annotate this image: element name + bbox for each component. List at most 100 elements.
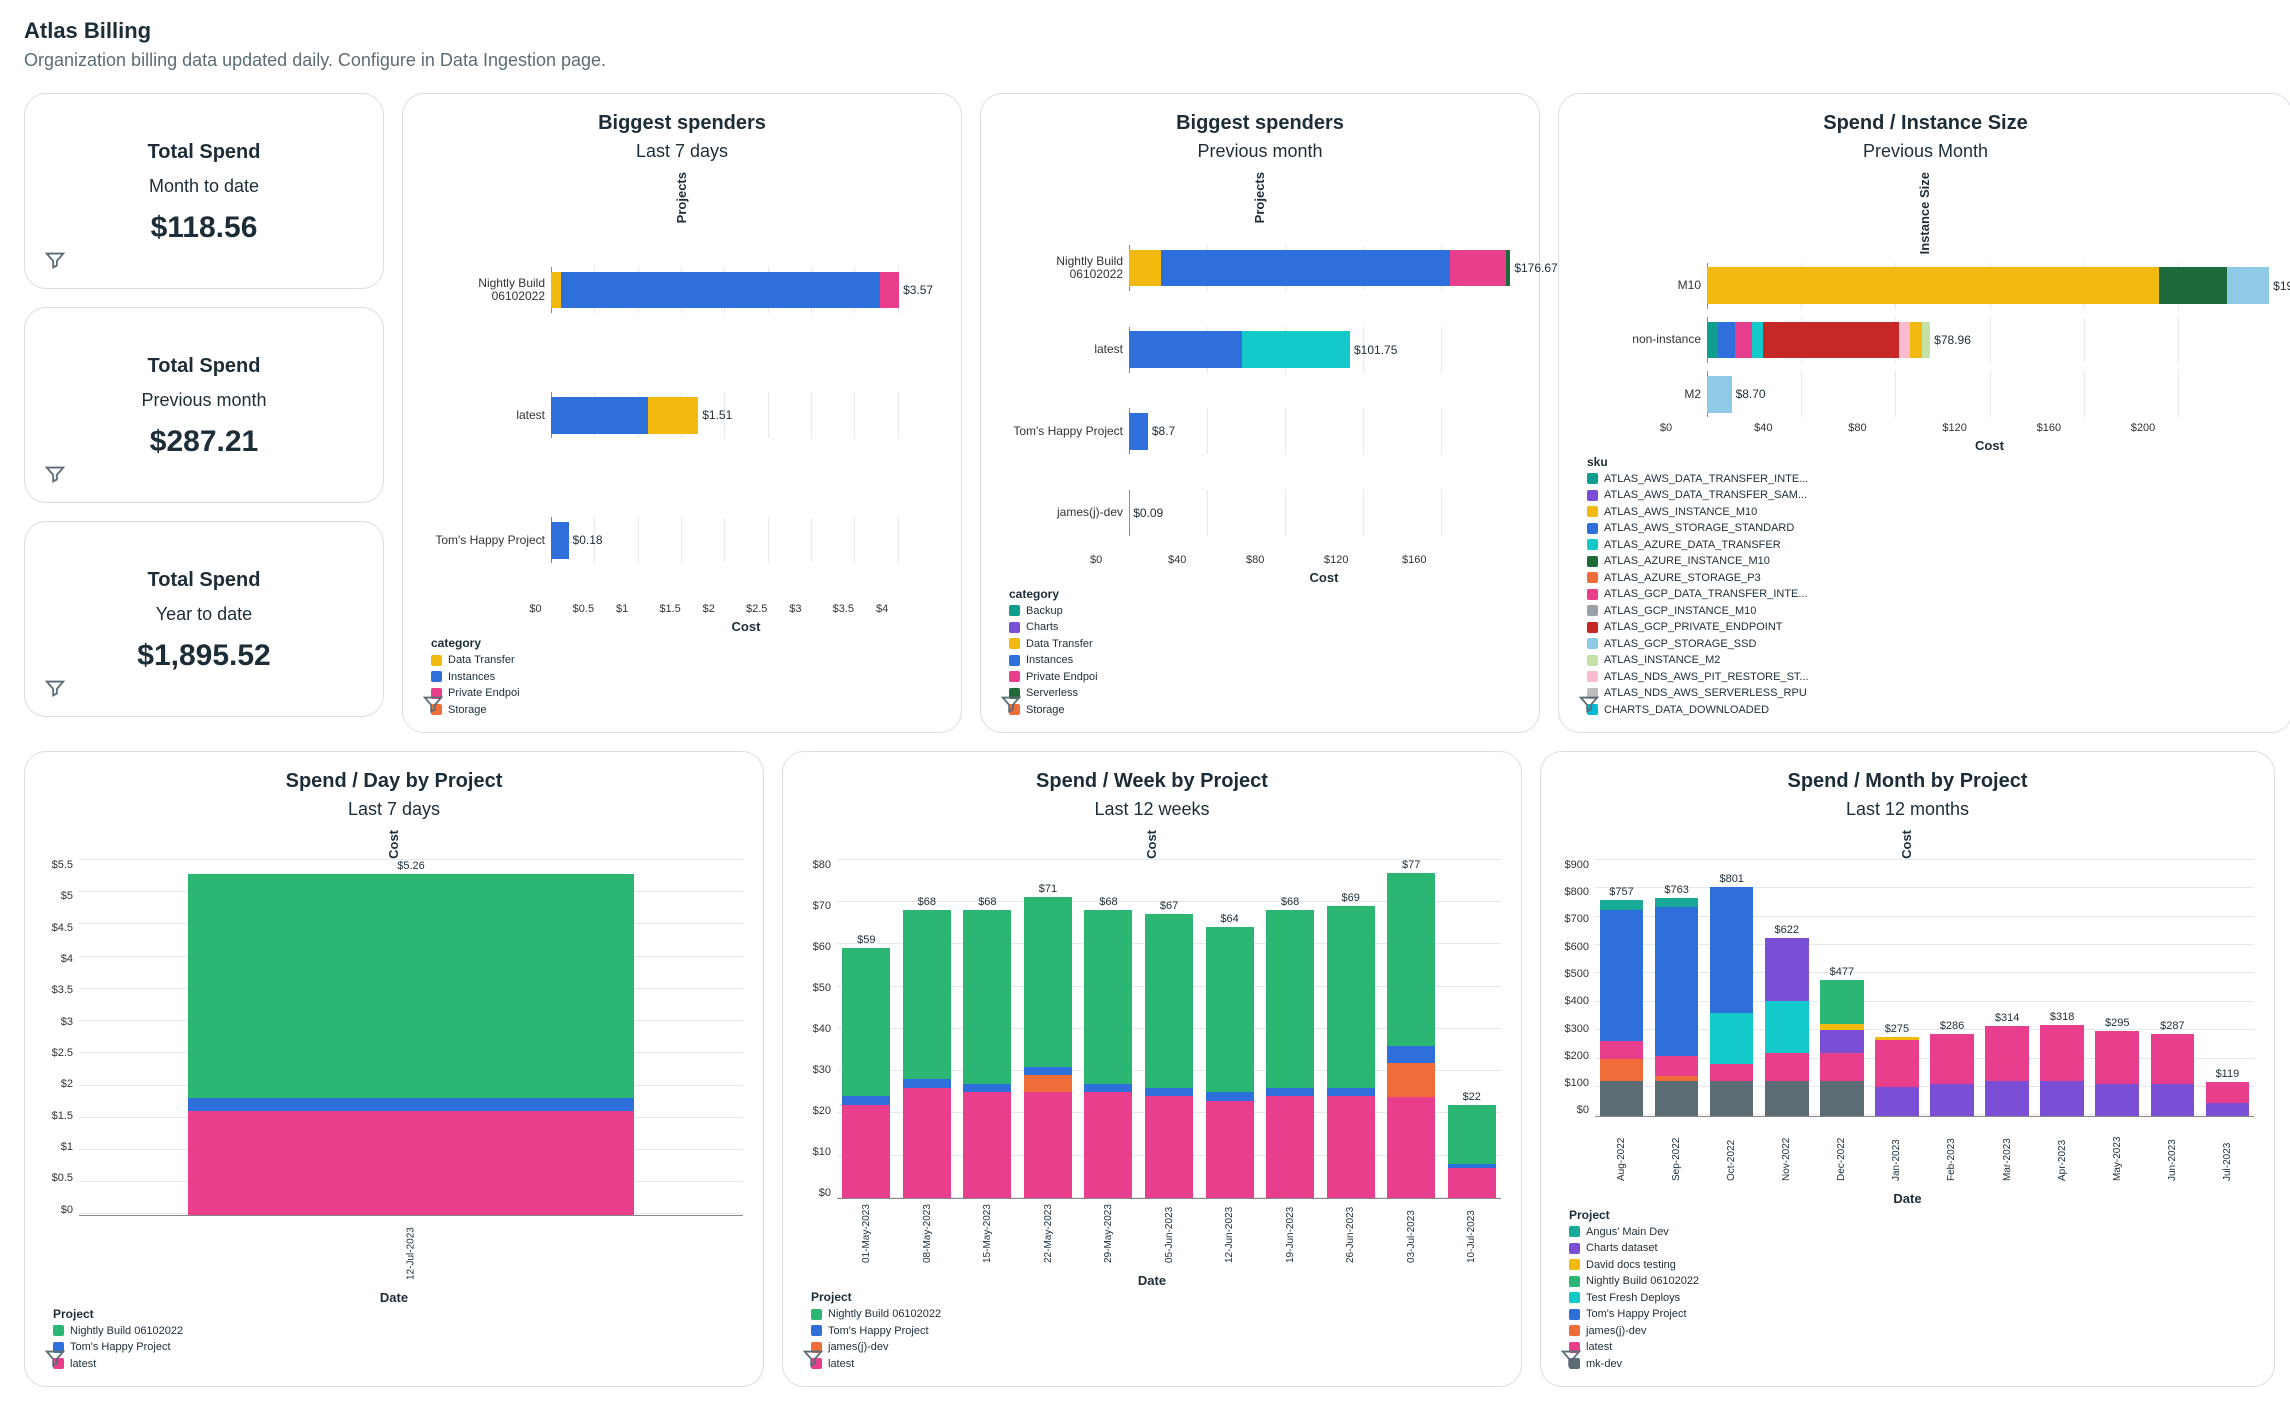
bar-segment[interactable] (842, 1096, 890, 1104)
legend-item[interactable]: james(j)-dev (811, 1339, 1501, 1356)
legend-item[interactable]: ATLAS_AZURE_STORAGE_P3 (1587, 570, 2272, 587)
bar-segment[interactable] (1242, 331, 1350, 368)
bar-segment[interactable] (1765, 1001, 1809, 1052)
legend-item[interactable]: ATLAS_AWS_INSTANCE_M10 (1587, 504, 2272, 521)
bar-segment[interactable] (1448, 1168, 1496, 1198)
filter-icon[interactable] (1557, 1344, 1585, 1372)
stacked-bar[interactable] (1327, 906, 1375, 1198)
stacked-bar[interactable]: $8.7 (1129, 413, 1148, 450)
legend-item[interactable]: Charts (1009, 619, 1519, 636)
stacked-bar[interactable] (1206, 927, 1254, 1198)
bar-segment[interactable] (1387, 1046, 1435, 1063)
bar-segment[interactable] (1600, 910, 1644, 1041)
stacked-bar[interactable] (1024, 897, 1072, 1198)
filter-icon[interactable] (799, 1344, 827, 1372)
legend-item[interactable]: Private Endpoi (1009, 669, 1519, 686)
bar-segment[interactable] (2151, 1034, 2195, 1084)
bar-segment[interactable] (1820, 980, 1864, 1025)
bar-segment[interactable] (1161, 250, 1449, 287)
filter-icon[interactable] (997, 690, 1025, 718)
legend-item[interactable]: Data Transfer (1009, 636, 1519, 653)
bar-segment[interactable] (1600, 1059, 1644, 1082)
bar-segment[interactable] (842, 948, 890, 1096)
bar-segment[interactable] (1266, 1088, 1314, 1096)
legend-item[interactable]: Data Transfer (431, 652, 941, 669)
legend-item[interactable]: ATLAS_AZURE_INSTANCE_M10 (1587, 553, 2272, 570)
legend-item[interactable]: Tom's Happy Project (53, 1339, 743, 1356)
legend-item[interactable]: ATLAS_INSTANCE_M2 (1587, 652, 2272, 669)
bar-segment[interactable] (1765, 1081, 1809, 1115)
bar-segment[interactable] (561, 272, 880, 309)
bar-segment[interactable] (1707, 376, 1732, 413)
legend-item[interactable]: ATLAS_GCP_INSTANCE_M10 (1587, 603, 2272, 620)
legend-item[interactable]: Backup (1009, 603, 1519, 620)
bar-segment[interactable] (963, 1092, 1011, 1198)
stacked-bar[interactable] (842, 948, 890, 1198)
bar-segment[interactable] (1820, 1081, 1864, 1115)
legend-item[interactable]: Nightly Build 06102022 (53, 1323, 743, 1340)
bar-segment[interactable] (1820, 1053, 1864, 1082)
bar-segment[interactable] (1820, 1030, 1864, 1053)
stacked-bar[interactable] (188, 874, 634, 1214)
bar-segment[interactable] (1752, 322, 1763, 359)
filter-icon[interactable] (41, 674, 69, 702)
legend-item[interactable]: ATLAS_AWS_DATA_TRANSFER_INTE... (1587, 471, 2272, 488)
bar-segment[interactable] (903, 1088, 951, 1198)
stacked-bar[interactable]: $8.70 (1707, 376, 1732, 413)
bar-segment[interactable] (1763, 322, 1899, 359)
stacked-bar[interactable]: $78.96 (1707, 322, 1930, 359)
legend-item[interactable]: Angus' Main Dev (1569, 1224, 2254, 1241)
stacked-bar[interactable] (1600, 900, 1644, 1116)
legend-item[interactable]: ATLAS_GCP_PRIVATE_ENDPOINT (1587, 619, 2272, 636)
filter-icon[interactable] (41, 246, 69, 274)
bar-segment[interactable] (2095, 1084, 2139, 1115)
bar-segment[interactable] (1930, 1034, 1974, 1084)
bar-segment[interactable] (880, 272, 899, 309)
bar-segment[interactable] (1145, 914, 1193, 1088)
bar-segment[interactable] (188, 1111, 634, 1214)
stacked-bar[interactable] (903, 910, 951, 1198)
legend-item[interactable]: Nightly Build 06102022 (811, 1306, 1501, 1323)
bar-segment[interactable] (1129, 413, 1148, 450)
legend-item[interactable]: mk-dev (1569, 1356, 2254, 1373)
bar-segment[interactable] (1206, 1101, 1254, 1198)
bar-segment[interactable] (1765, 1053, 1809, 1082)
bar-segment[interactable] (1084, 910, 1132, 1084)
bar-segment[interactable] (1710, 1013, 1754, 1064)
stacked-bar[interactable] (1985, 1026, 2029, 1116)
legend-item[interactable]: David docs testing (1569, 1257, 2254, 1274)
bar-segment[interactable] (2206, 1103, 2250, 1116)
bar-segment[interactable] (1655, 1056, 1699, 1076)
bar-segment[interactable] (842, 1105, 890, 1198)
bar-segment[interactable] (1985, 1026, 2029, 1081)
legend-item[interactable]: Storage (431, 702, 941, 719)
legend-item[interactable]: Private Endpoi (431, 685, 941, 702)
stacked-bar[interactable] (1820, 980, 1864, 1116)
legend-item[interactable]: Tom's Happy Project (1569, 1306, 2254, 1323)
bar-segment[interactable] (1655, 898, 1699, 907)
bar-segment[interactable] (551, 272, 561, 309)
legend-item[interactable]: latest (811, 1356, 1501, 1373)
legend-item[interactable]: ATLAS_NDS_AWS_SERVERLESS_RPU (1587, 685, 2272, 702)
legend-item[interactable]: Nightly Build 06102022 (1569, 1273, 2254, 1290)
bar-segment[interactable] (1506, 250, 1510, 287)
bar-segment[interactable] (1710, 887, 1754, 1013)
bar-segment[interactable] (188, 874, 634, 1098)
bar-segment[interactable] (551, 397, 648, 434)
bar-segment[interactable] (1600, 900, 1644, 911)
bar-segment[interactable] (2206, 1082, 2250, 1103)
bar-segment[interactable] (1387, 873, 1435, 1046)
bar-segment[interactable] (2040, 1025, 2084, 1081)
legend-item[interactable]: Serverless (1009, 685, 1519, 702)
legend-item[interactable]: ATLAS_AWS_DATA_TRANSFER_SAM... (1587, 487, 2272, 504)
legend-item[interactable]: Charts dataset (1569, 1240, 2254, 1257)
legend-item[interactable]: Storage (1009, 702, 1519, 719)
bar-segment[interactable] (1327, 1096, 1375, 1198)
filter-icon[interactable] (1575, 690, 1603, 718)
bar-segment[interactable] (1922, 322, 1930, 359)
filter-icon[interactable] (419, 690, 447, 718)
bar-segment[interactable] (1024, 897, 1072, 1067)
stacked-bar[interactable] (1266, 910, 1314, 1198)
stacked-bar[interactable] (1765, 938, 1809, 1115)
bar-segment[interactable] (188, 1098, 634, 1111)
